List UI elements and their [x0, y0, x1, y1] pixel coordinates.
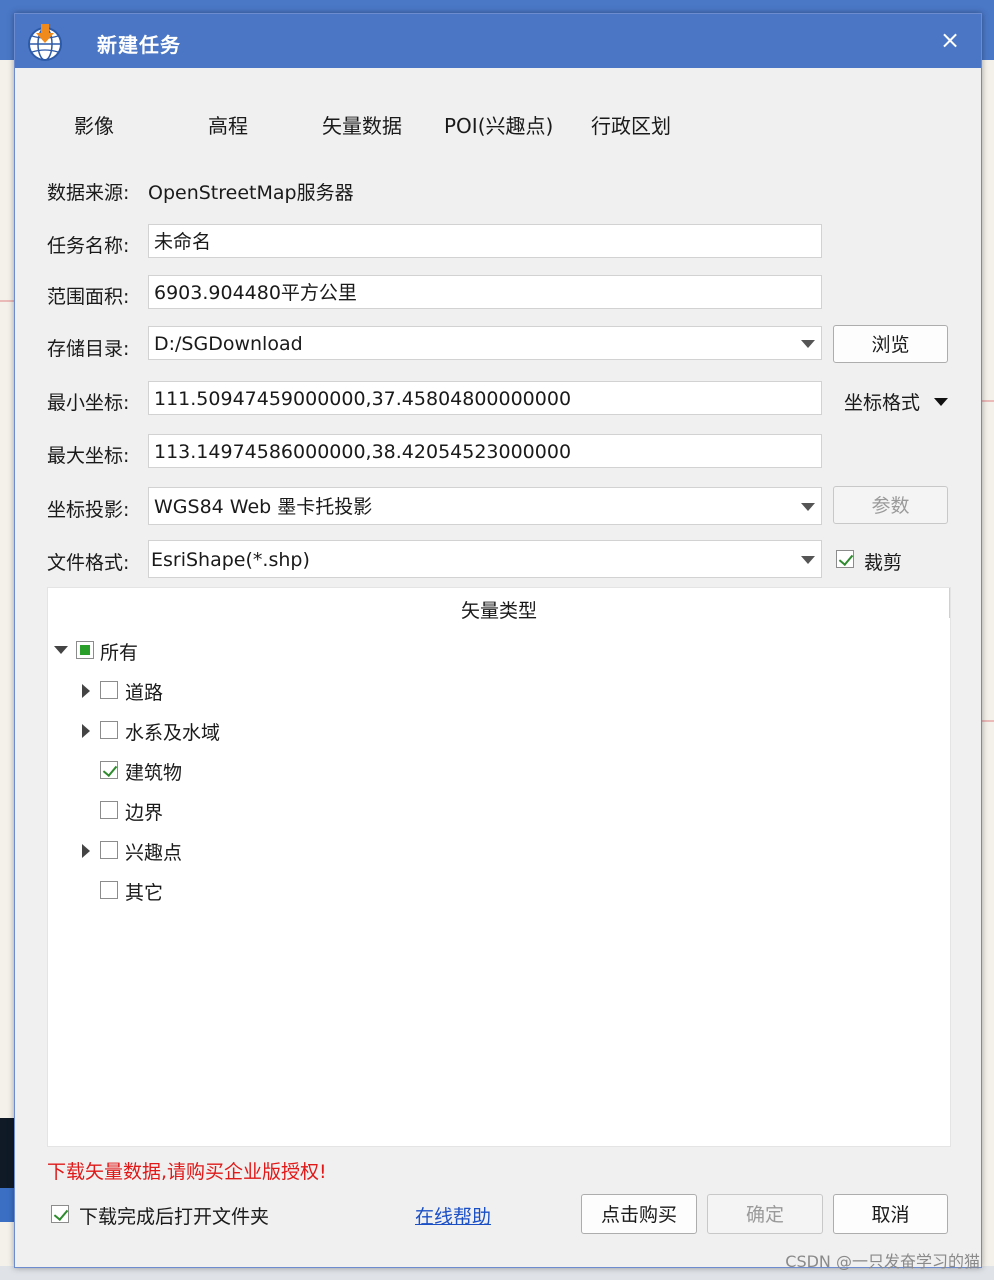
globe-download-icon — [28, 24, 62, 61]
file-format-value: EsriShape(*.shp) — [151, 549, 310, 571]
watermark: CSDN @一只发奋学习的猫 — [785, 1252, 980, 1271]
cancel-button[interactable]: 取消 — [833, 1194, 948, 1234]
projection-combo[interactable]: WGS84 Web 墨卡托投影 — [148, 487, 822, 525]
tree-item-label: 边界 — [125, 802, 164, 824]
data-source-value: OpenStreetMap服务器 — [148, 182, 354, 204]
vector-type-tree: 矢量类型 所有 道路 水系及水域 建筑物 边界 兴趣点 其它 — [47, 587, 951, 1147]
storage-directory-value: D:/SGDownload — [154, 333, 303, 355]
file-format-combo[interactable]: EsriShape(*.shp) — [148, 540, 822, 578]
task-name-label: 任务名称: — [47, 235, 130, 257]
tab-admin-division[interactable]: 行政区划 — [591, 110, 671, 139]
tree-item-label: 水系及水域 — [125, 722, 221, 744]
tree-item-label: 兴趣点 — [125, 842, 183, 864]
dialog-title: 新建任务 — [97, 33, 181, 57]
clip-checkbox[interactable] — [836, 550, 854, 568]
partial-check-icon — [80, 645, 90, 655]
map-road — [0, 300, 14, 302]
tree-item-all[interactable]: 所有 — [48, 636, 348, 666]
coord-format-dropdown[interactable]: 坐标格式 — [844, 388, 949, 415]
buy-button[interactable]: 点击购买 — [581, 1194, 697, 1234]
online-help-link[interactable]: 在线帮助 — [415, 1202, 491, 1229]
area-label: 范围面积: — [47, 286, 130, 308]
checkmark-icon — [53, 1205, 69, 1222]
boundary-checkbox[interactable] — [100, 801, 118, 819]
projection-value: WGS84 Web 墨卡托投影 — [154, 496, 373, 518]
tree-item-water[interactable]: 水系及水域 — [48, 716, 348, 746]
tree-item-label: 其它 — [125, 882, 164, 904]
map-road — [980, 400, 994, 402]
close-button[interactable]: × — [937, 26, 963, 54]
min-coord-input[interactable]: 111.50947459000000,37.45804800000000 — [148, 381, 822, 415]
projection-label: 坐标投影: — [47, 499, 130, 521]
data-source-label: 数据来源: — [47, 182, 130, 204]
storage-directory-combo[interactable]: D:/SGDownload — [148, 326, 822, 360]
titlebar: 新建任务 × — [15, 14, 981, 68]
tree-item-label: 所有 — [100, 642, 139, 664]
expand-arrow-icon[interactable] — [82, 684, 90, 698]
clip-label: 裁剪 — [864, 552, 903, 574]
task-name-input[interactable]: 未命名 — [148, 224, 822, 258]
caret-down-icon — [934, 398, 949, 406]
max-coord-input[interactable]: 113.14974586000000,38.42054523000000 — [148, 434, 822, 468]
expand-arrow-icon[interactable] — [82, 844, 90, 858]
buildings-checkbox[interactable] — [100, 761, 118, 779]
map-blue-block — [0, 1188, 14, 1222]
roads-checkbox[interactable] — [100, 681, 118, 699]
open-folder-checkbox[interactable] — [51, 1205, 69, 1223]
license-warning: 下载矢量数据,请购买企业版授权! — [47, 1161, 327, 1183]
tree-item-boundary[interactable]: 边界 — [48, 796, 348, 826]
tree-item-label: 建筑物 — [125, 762, 183, 784]
expand-arrow-icon[interactable] — [82, 724, 90, 738]
tree-header: 矢量类型 — [460, 600, 537, 622]
area-field[interactable]: 6903.904480平方公里 — [148, 275, 822, 309]
dropdown-arrow-icon[interactable] — [801, 556, 815, 564]
collapse-arrow-icon[interactable] — [54, 646, 68, 654]
coord-format-label: 坐标格式 — [844, 392, 921, 414]
params-button[interactable]: 参数 — [833, 486, 948, 524]
water-checkbox[interactable] — [100, 721, 118, 739]
tab-imagery[interactable]: 影像 — [74, 110, 114, 139]
all-checkbox[interactable] — [76, 641, 94, 659]
open-folder-label: 下载完成后打开文件夹 — [79, 1206, 270, 1228]
storage-label: 存储目录: — [47, 338, 130, 360]
file-format-label: 文件格式: — [47, 552, 130, 574]
tree-item-poi[interactable]: 兴趣点 — [48, 836, 348, 866]
tree-item-roads[interactable]: 道路 — [48, 676, 348, 706]
ok-button[interactable]: 确定 — [707, 1194, 823, 1234]
min-coord-label: 最小坐标: — [47, 392, 130, 414]
tree-item-buildings[interactable]: 建筑物 — [48, 756, 348, 786]
dropdown-arrow-icon[interactable] — [801, 340, 815, 348]
new-task-dialog: 新建任务 × 影像 高程 矢量数据 POI(兴趣点) 行政区划 数据来源: Op… — [14, 13, 982, 1268]
tab-poi[interactable]: POI(兴趣点) — [444, 110, 553, 139]
checkmark-icon — [102, 761, 118, 778]
column-separator — [949, 588, 950, 618]
max-coord-label: 最大坐标: — [47, 445, 130, 467]
tree-item-label: 道路 — [125, 682, 164, 704]
other-checkbox[interactable] — [100, 881, 118, 899]
browse-button[interactable]: 浏览 — [833, 325, 948, 363]
map-road — [980, 720, 994, 722]
dropdown-arrow-icon[interactable] — [801, 503, 815, 511]
poi-checkbox[interactable] — [100, 841, 118, 859]
tab-vector-data[interactable]: 矢量数据 — [322, 110, 402, 139]
tab-elevation[interactable]: 高程 — [208, 110, 248, 139]
tree-item-other[interactable]: 其它 — [48, 876, 348, 906]
checkmark-icon — [838, 550, 854, 567]
